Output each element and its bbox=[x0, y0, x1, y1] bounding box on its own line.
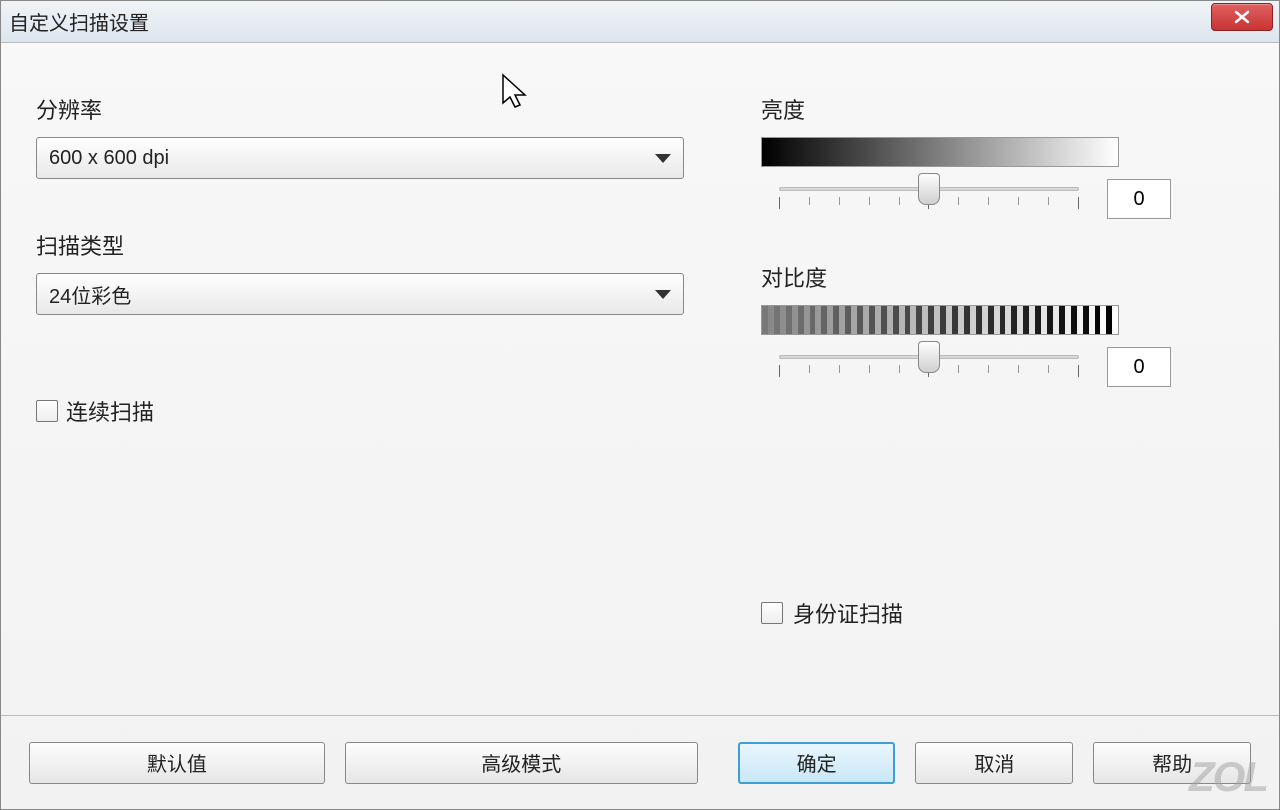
continuous-scan-row: 连续扫描 bbox=[36, 395, 686, 427]
titlebar: 自定义扫描设置 bbox=[1, 1, 1279, 43]
close-icon bbox=[1233, 10, 1251, 24]
left-column: 分辨率 600 x 600 dpi 扫描类型 24位彩色 连续扫描 bbox=[36, 93, 686, 427]
contrast-label: 对比度 bbox=[761, 261, 1191, 293]
brightness-slider-row: 0 bbox=[761, 179, 1191, 219]
ok-button[interactable]: 确定 bbox=[738, 742, 896, 784]
scantype-value: 24位彩色 bbox=[49, 280, 131, 309]
continuous-scan-label: 连续扫描 bbox=[66, 395, 154, 427]
button-bar: 默认值 高级模式 确定 取消 帮助 bbox=[1, 715, 1279, 809]
content-area: 分辨率 600 x 600 dpi 扫描类型 24位彩色 连续扫描 亮度 bbox=[1, 43, 1279, 715]
resolution-value: 600 x 600 dpi bbox=[49, 147, 169, 170]
advanced-button[interactable]: 高级模式 bbox=[345, 742, 698, 784]
chevron-down-icon bbox=[655, 154, 671, 163]
resolution-label: 分辨率 bbox=[36, 93, 686, 125]
right-column: 亮度 0 对比度 bbox=[761, 93, 1191, 429]
scantype-group: 扫描类型 24位彩色 bbox=[36, 229, 686, 315]
cancel-button[interactable]: 取消 bbox=[915, 742, 1073, 784]
id-scan-row: 身份证扫描 bbox=[761, 597, 903, 629]
slider-thumb[interactable] bbox=[918, 341, 940, 373]
continuous-scan-checkbox[interactable] bbox=[36, 400, 58, 422]
brightness-slider[interactable] bbox=[779, 179, 1079, 219]
contrast-value[interactable]: 0 bbox=[1107, 347, 1171, 387]
help-button[interactable]: 帮助 bbox=[1093, 742, 1251, 784]
contrast-slider[interactable] bbox=[779, 347, 1079, 387]
scantype-label: 扫描类型 bbox=[36, 229, 686, 261]
contrast-slider-row: 0 bbox=[761, 347, 1191, 387]
id-scan-checkbox[interactable] bbox=[761, 602, 783, 624]
window-title: 自定义扫描设置 bbox=[9, 7, 149, 36]
brightness-value[interactable]: 0 bbox=[1107, 179, 1171, 219]
slider-thumb[interactable] bbox=[918, 173, 940, 205]
contrast-gradient bbox=[761, 305, 1119, 335]
resolution-group: 分辨率 600 x 600 dpi bbox=[36, 93, 686, 179]
brightness-label: 亮度 bbox=[761, 93, 1191, 125]
close-button[interactable] bbox=[1211, 3, 1273, 31]
scantype-dropdown[interactable]: 24位彩色 bbox=[36, 273, 684, 315]
default-button[interactable]: 默认值 bbox=[29, 742, 325, 784]
id-scan-label: 身份证扫描 bbox=[793, 597, 903, 629]
resolution-dropdown[interactable]: 600 x 600 dpi bbox=[36, 137, 684, 179]
chevron-down-icon bbox=[655, 290, 671, 299]
brightness-gradient bbox=[761, 137, 1119, 167]
dialog-window: 自定义扫描设置 分辨率 600 x 600 dpi 扫描类型 24位彩色 bbox=[0, 0, 1280, 810]
